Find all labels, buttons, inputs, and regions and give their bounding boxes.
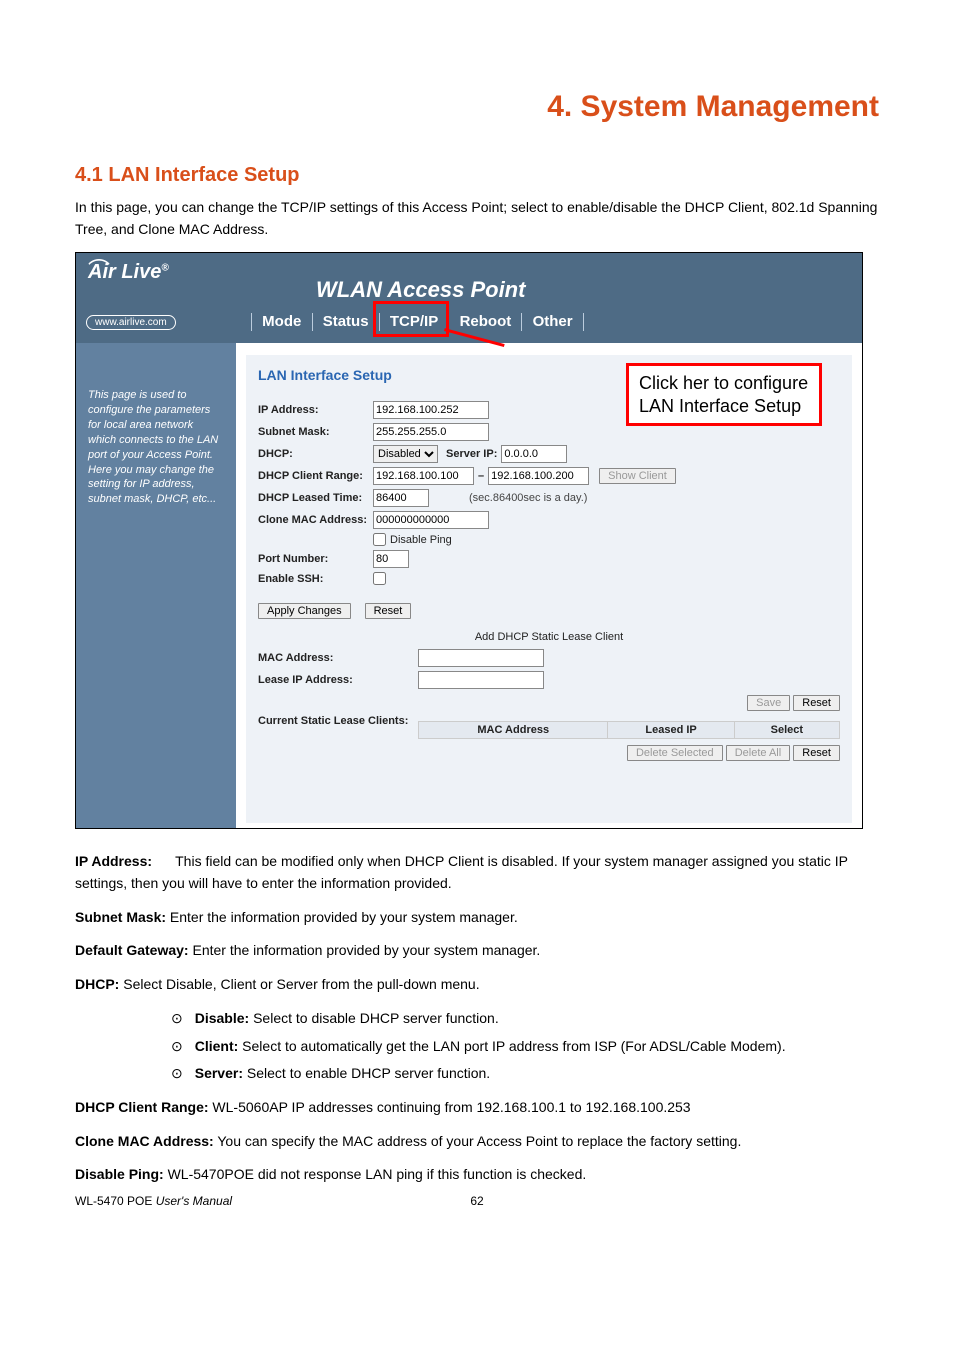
delete-selected-button[interactable]: Delete Selected xyxy=(627,745,723,761)
desc-range: DHCP Client Range: WL-5060AP IP addresse… xyxy=(75,1097,879,1119)
desc-dhcp-label: DHCP: xyxy=(75,976,119,992)
ssh-checkbox[interactable] xyxy=(373,572,386,585)
mask-input[interactable] xyxy=(373,423,489,441)
tab-tcpip[interactable]: TCP/IP xyxy=(384,309,444,334)
shot-sidebar: This page is used to configure the param… xyxy=(76,343,236,828)
desc-ip-text: This field can be modified only when DHC… xyxy=(75,853,848,891)
show-client-button[interactable]: Show Client xyxy=(599,468,676,484)
lease-note: (sec.86400sec is a day.) xyxy=(469,492,587,504)
tab-mode[interactable]: Mode xyxy=(256,309,307,334)
disable-ping-checkbox[interactable] xyxy=(373,533,386,546)
ip-input[interactable] xyxy=(373,401,489,419)
mask-label: Subnet Mask: xyxy=(258,426,373,438)
dhcp-select[interactable]: Disabled xyxy=(373,445,438,463)
desc-range-label: DHCP Client Range: xyxy=(75,1099,209,1115)
tab-reboot[interactable]: Reboot xyxy=(454,309,518,334)
disable-ping-label: Disable Ping xyxy=(390,534,452,546)
desc-clone-label: Clone MAC Address: xyxy=(75,1133,214,1149)
bullet-disable-label: Disable: xyxy=(195,1010,249,1026)
reset-button[interactable]: Reset xyxy=(365,603,412,619)
desc-ping-text: WL-5470POE did not response LAN ping if … xyxy=(164,1166,587,1182)
ap-title: WLAN Access Point xyxy=(316,277,525,303)
clone-input[interactable] xyxy=(373,511,489,529)
static-mac-label: MAC Address: xyxy=(258,652,418,664)
desc-clone-text: You can specify the MAC address of your … xyxy=(214,1133,742,1149)
section-title: 4.1 LAN Interface Setup xyxy=(75,164,879,187)
lease-input[interactable] xyxy=(373,489,429,507)
reset3-button[interactable]: Reset xyxy=(793,745,840,761)
th-mac: MAC Address xyxy=(419,722,608,739)
serverip-input[interactable] xyxy=(501,445,567,463)
lease-label: DHCP Leased Time: xyxy=(258,492,373,504)
clone-label: Clone MAC Address: xyxy=(258,514,373,526)
desc-ip-label: IP Address: xyxy=(75,853,152,869)
callout-box: Click her to configure LAN Interface Set… xyxy=(626,363,822,426)
delete-all-button[interactable]: Delete All xyxy=(726,745,790,761)
desc-gateway-label: Default Gateway: xyxy=(75,942,189,958)
tab-other[interactable]: Other xyxy=(527,309,579,334)
desc-ping: Disable Ping: WL-5470POE did not respons… xyxy=(75,1164,879,1186)
bullet-disable-text: Select to disable DHCP server function. xyxy=(249,1010,499,1026)
static-mac-input[interactable] xyxy=(418,649,544,667)
port-input[interactable] xyxy=(373,550,409,568)
range-to-input[interactable] xyxy=(488,467,589,485)
desc-gateway-text: Enter the information provided by your s… xyxy=(189,942,541,958)
serverip-label: Server IP: xyxy=(446,448,497,460)
bullet-server-label: Server: xyxy=(195,1065,243,1081)
desc-dhcp: DHCP: Select Disable, Client or Server f… xyxy=(75,974,879,996)
dhcp-bullets: Disable: Select to disable DHCP server f… xyxy=(75,1008,879,1085)
th-leased: Leased IP xyxy=(608,722,734,739)
brand-url: www.airlive.com xyxy=(86,315,176,330)
bullet-server: Server: Select to enable DHCP server fun… xyxy=(75,1063,879,1085)
brand-text: Air Live® xyxy=(88,261,169,284)
intro-paragraph: In this page, you can change the TCP/IP … xyxy=(75,197,879,240)
add-static-title: Add DHCP Static Lease Client xyxy=(258,631,840,643)
bullet-client-text: Select to automatically get the LAN port… xyxy=(238,1038,785,1054)
port-label: Port Number: xyxy=(258,553,373,565)
shot-main: LAN Interface Setup IP Address: Subnet M… xyxy=(246,355,852,823)
page-footer: WL-5470 POE User's Manual 62 xyxy=(75,1194,879,1208)
shot-content: This page is used to configure the param… xyxy=(76,343,862,828)
save-button[interactable]: Save xyxy=(747,695,790,711)
apply-button[interactable]: Apply Changes xyxy=(258,603,351,619)
lan-setup-screenshot: ⌒ Air Live® www.airlive.com WLAN Access … xyxy=(75,252,863,829)
desc-dhcp-text: Select Disable, Client or Server from th… xyxy=(119,976,479,992)
desc-ping-label: Disable Ping: xyxy=(75,1166,164,1182)
static-leaseip-label: Lease IP Address: xyxy=(258,674,418,686)
desc-clone: Clone MAC Address: You can specify the M… xyxy=(75,1131,879,1153)
desc-mask-label: Subnet Mask: xyxy=(75,909,166,925)
shot-header: ⌒ Air Live® www.airlive.com WLAN Access … xyxy=(76,253,862,343)
logo-area: ⌒ Air Live® www.airlive.com xyxy=(76,253,236,343)
th-select: Select xyxy=(734,722,839,739)
tab-status[interactable]: Status xyxy=(317,309,375,334)
ssh-label: Enable SSH: xyxy=(258,573,373,585)
current-clients-label: Current Static Lease Clients: xyxy=(258,715,418,727)
desc-gateway: Default Gateway: Enter the information p… xyxy=(75,940,879,962)
range-from-input[interactable] xyxy=(373,467,474,485)
reset2-button[interactable]: Reset xyxy=(793,695,840,711)
dhcp-label: DHCP: xyxy=(258,448,373,460)
bullet-server-text: Select to enable DHCP server function. xyxy=(243,1065,490,1081)
range-sep: – xyxy=(478,470,484,482)
bullet-disable: Disable: Select to disable DHCP server f… xyxy=(75,1008,879,1030)
bullet-client: Client: Select to automatically get the … xyxy=(75,1036,879,1058)
nav-tabs: Mode Status TCP/IP Reboot Other xyxy=(251,309,584,334)
desc-ip: IP Address: This field can be modified o… xyxy=(75,851,879,894)
ip-label: IP Address: xyxy=(258,404,373,416)
static-leaseip-input[interactable] xyxy=(418,671,544,689)
chapter-title: 4. System Management xyxy=(75,90,879,124)
bullet-client-label: Client: xyxy=(195,1038,239,1054)
desc-mask: Subnet Mask: Enter the information provi… xyxy=(75,907,879,929)
clients-table: MAC Address Leased IP Select xyxy=(418,721,840,739)
desc-range-text: WL-5060AP IP addresses continuing from 1… xyxy=(209,1099,691,1115)
range-label: DHCP Client Range: xyxy=(258,470,373,482)
desc-mask-text: Enter the information provided by your s… xyxy=(166,909,518,925)
